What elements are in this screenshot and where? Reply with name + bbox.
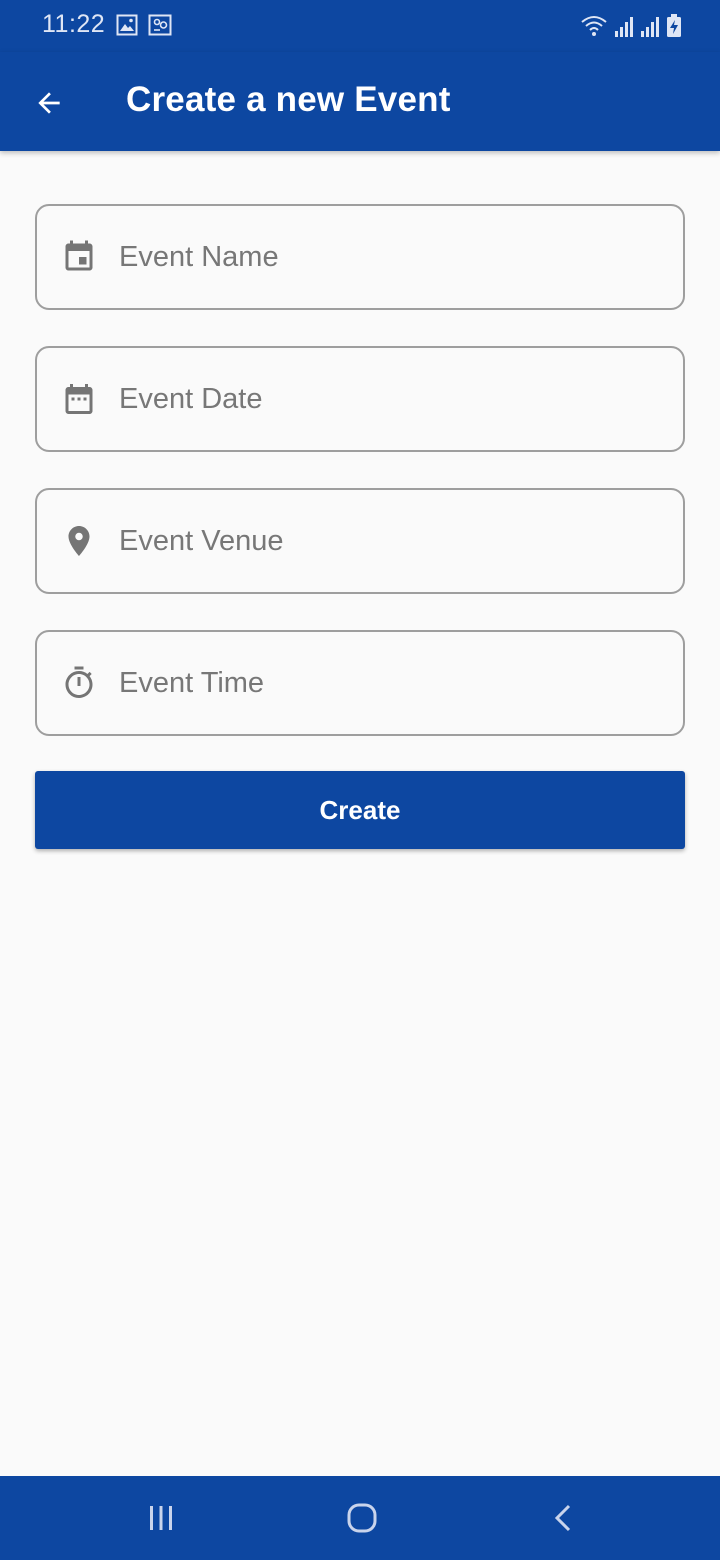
- timer-icon: [61, 665, 97, 701]
- event-time-input[interactable]: [119, 632, 669, 734]
- status-time: 11:22: [42, 10, 106, 38]
- event-date-field[interactable]: [35, 346, 685, 452]
- back-button[interactable]: [24, 78, 74, 128]
- recent-apps-button[interactable]: [131, 1494, 191, 1542]
- calendar-month-icon: [61, 381, 97, 417]
- nav-back-button[interactable]: [534, 1494, 594, 1542]
- event-icon: [61, 239, 97, 275]
- status-bar: 11:22: [0, 0, 720, 52]
- signal-icon: [615, 17, 633, 37]
- event-name-input[interactable]: [119, 206, 669, 308]
- image-icon: [116, 14, 138, 36]
- status-left-icons: [116, 14, 172, 36]
- event-name-field[interactable]: [35, 204, 685, 310]
- status-right-icons: [580, 14, 682, 38]
- arrow-back-icon: [38, 92, 60, 114]
- create-button[interactable]: Create: [35, 771, 685, 849]
- event-venue-input[interactable]: [119, 490, 669, 592]
- signal-icon: [641, 17, 659, 37]
- wifi-icon: [581, 16, 607, 36]
- system-nav-bar: [0, 1476, 720, 1560]
- app-bar: Create a new Event: [0, 52, 720, 151]
- back-icon: [554, 1504, 571, 1532]
- event-venue-field[interactable]: [35, 488, 685, 594]
- recent-apps-icon: [150, 1506, 172, 1530]
- home-icon: [347, 1503, 377, 1533]
- screen-record-icon: [148, 14, 172, 36]
- event-time-field[interactable]: [35, 630, 685, 736]
- home-button[interactable]: [332, 1494, 392, 1542]
- event-date-input[interactable]: [119, 348, 669, 450]
- battery-charging-icon: [667, 14, 681, 37]
- page-title: Create a new Event: [126, 80, 451, 119]
- location-pin-icon: [61, 523, 97, 559]
